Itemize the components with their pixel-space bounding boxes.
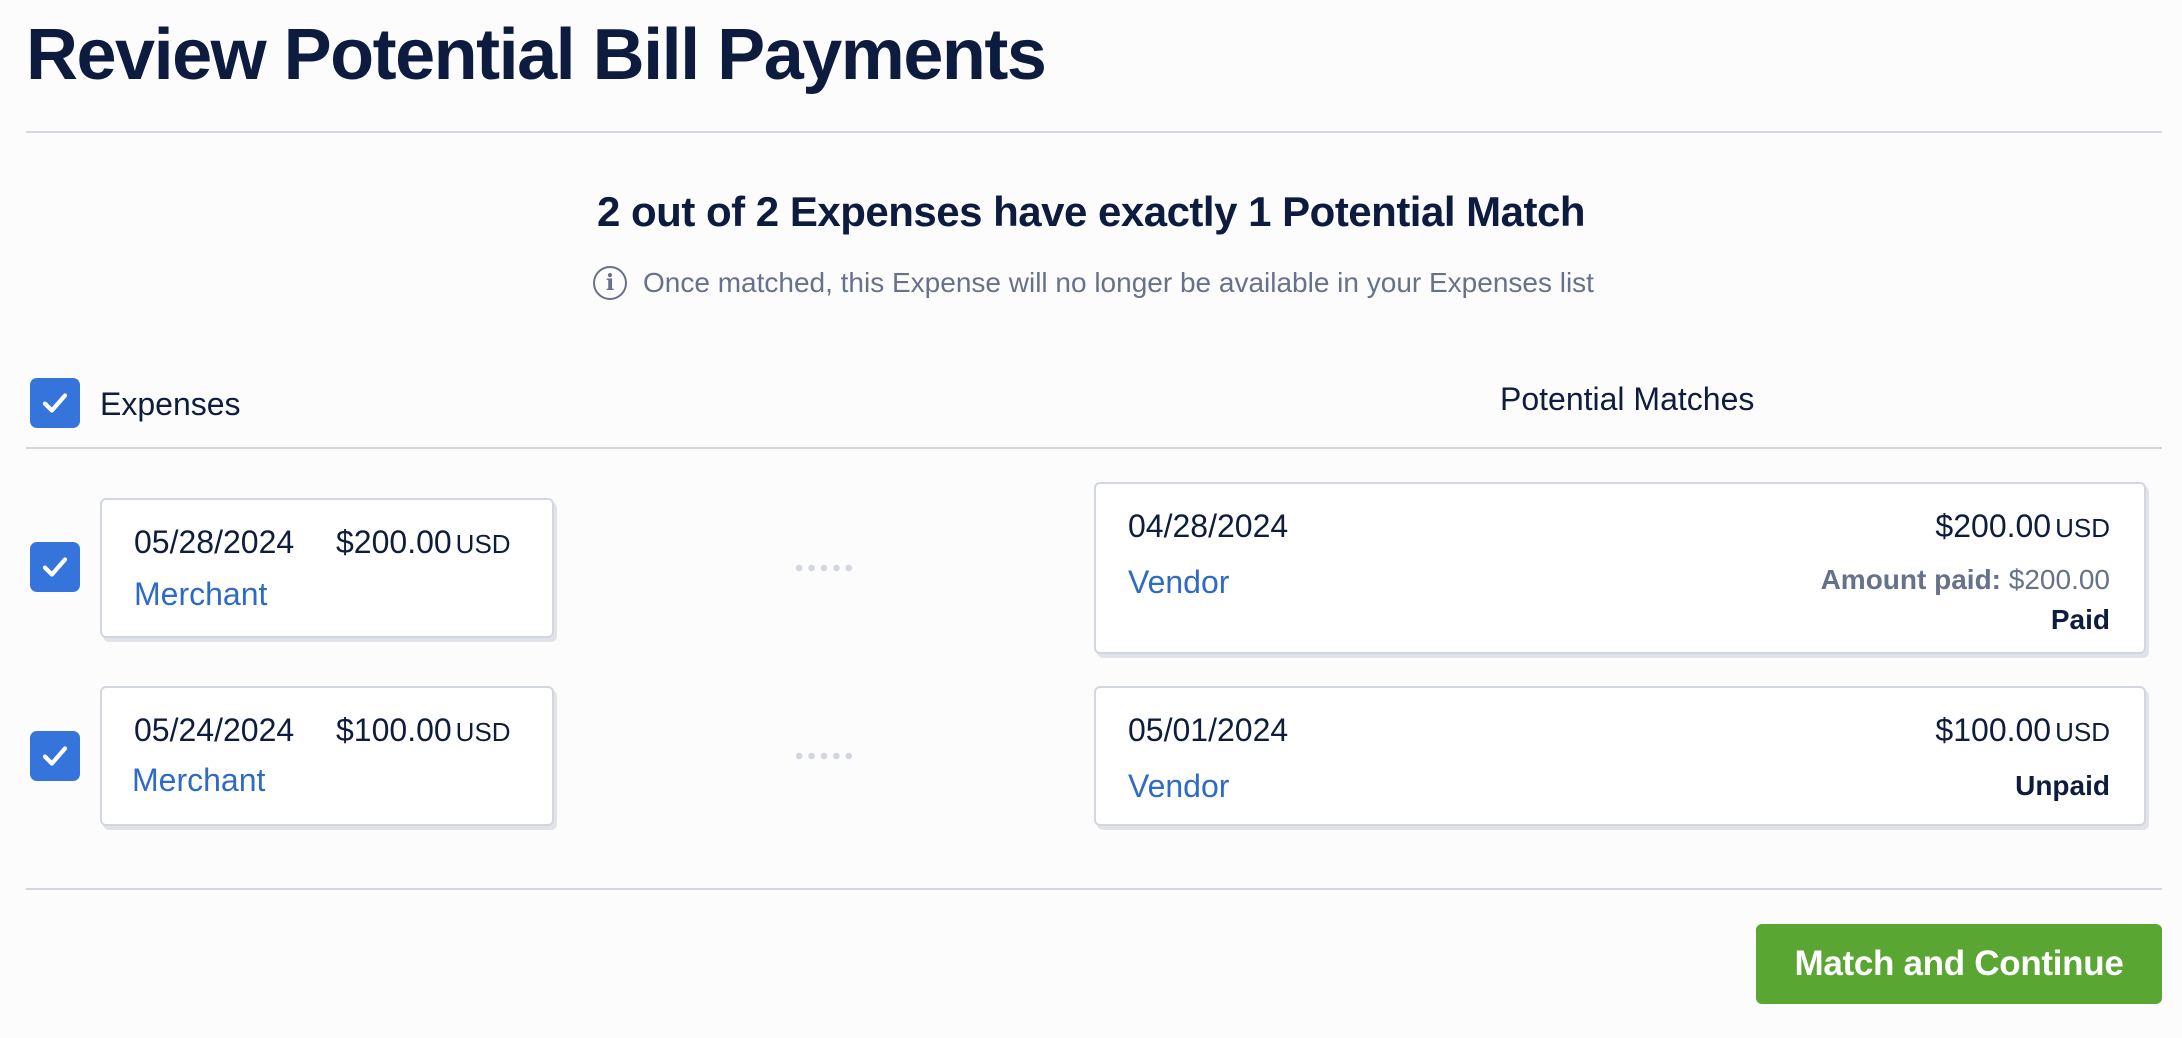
expense-card[interactable]: 05/28/2024 $200.00 USD Merchant	[100, 498, 554, 638]
expense-date: 05/24/2024	[134, 712, 295, 748]
potential-matches-column-header: Potential Matches	[1500, 381, 1755, 417]
match-amount-value: $100.00	[1935, 712, 2052, 748]
payment-status: Paid	[2050, 604, 2110, 635]
match-amount: $200.00 USD	[1935, 508, 2110, 545]
match-vendor-link[interactable]: Vendor	[1128, 564, 1229, 601]
potential-match-card[interactable]: 05/01/2024 $100.00 USD Vendor Unpaid	[1094, 686, 2146, 826]
expense-currency: USD	[455, 529, 511, 559]
footer-divider	[26, 888, 2162, 890]
info-circle-icon: i	[593, 266, 627, 300]
expense-card[interactable]: 05/24/2024 $100.00 USD Merchant	[100, 686, 554, 826]
match-and-continue-button[interactable]: Match and Continue	[1756, 924, 2162, 1004]
amount-paid: Amount paid: $200.00	[1821, 564, 2110, 596]
expense-amount-value: $200.00	[336, 524, 452, 560]
page-title: Review Potential Bill Payments	[26, 15, 1047, 95]
match-summary: 2 out of 2 Expenses have exactly 1 Poten…	[596, 188, 1586, 235]
payment-status: Unpaid	[2015, 770, 2110, 801]
notice-text: Once matched, this Expense will no longe…	[643, 267, 1594, 298]
match-notice: i Once matched, this Expense will no lon…	[593, 266, 1594, 300]
checkmark-icon	[42, 746, 68, 766]
select-all-checkbox[interactable]	[30, 378, 80, 428]
match-amount-value: $200.00	[1935, 508, 2052, 544]
checkmark-icon	[42, 393, 68, 413]
match-date: 05/01/2024	[1128, 712, 1289, 748]
expense-currency: USD	[455, 717, 511, 747]
match-amount: $100.00 USD	[1935, 712, 2110, 749]
expense-merchant-link[interactable]: Merchant	[132, 762, 265, 799]
amount-paid-label: Amount paid:	[1820, 564, 2001, 595]
expense-amount: $200.00 USD	[336, 524, 511, 561]
expense-amount-value: $100.00	[336, 712, 452, 748]
title-divider	[26, 131, 2162, 133]
expense-date: 05/28/2024	[134, 524, 295, 560]
header-divider	[26, 447, 2162, 449]
match-date: 04/28/2024	[1128, 508, 1289, 544]
match-currency: USD	[2055, 717, 2110, 747]
match-connector	[793, 752, 855, 760]
match-connector	[793, 564, 855, 572]
match-currency: USD	[2055, 513, 2110, 543]
expenses-column-header: Expenses	[100, 386, 241, 422]
expense-row-checkbox[interactable]	[30, 542, 80, 592]
amount-paid-value: $200.00	[2008, 564, 2110, 595]
checkmark-icon	[42, 557, 68, 577]
expense-merchant-link[interactable]: Merchant	[134, 576, 267, 613]
match-vendor-link[interactable]: Vendor	[1128, 768, 1229, 805]
potential-match-card[interactable]: 04/28/2024 $200.00 USD Vendor Amount paid…	[1094, 482, 2146, 654]
review-bill-payments-page: Review Potential Bill Payments 2 out of …	[0, 0, 2182, 1038]
expense-row-checkbox[interactable]	[30, 731, 80, 781]
expense-amount: $100.00 USD	[336, 712, 511, 749]
